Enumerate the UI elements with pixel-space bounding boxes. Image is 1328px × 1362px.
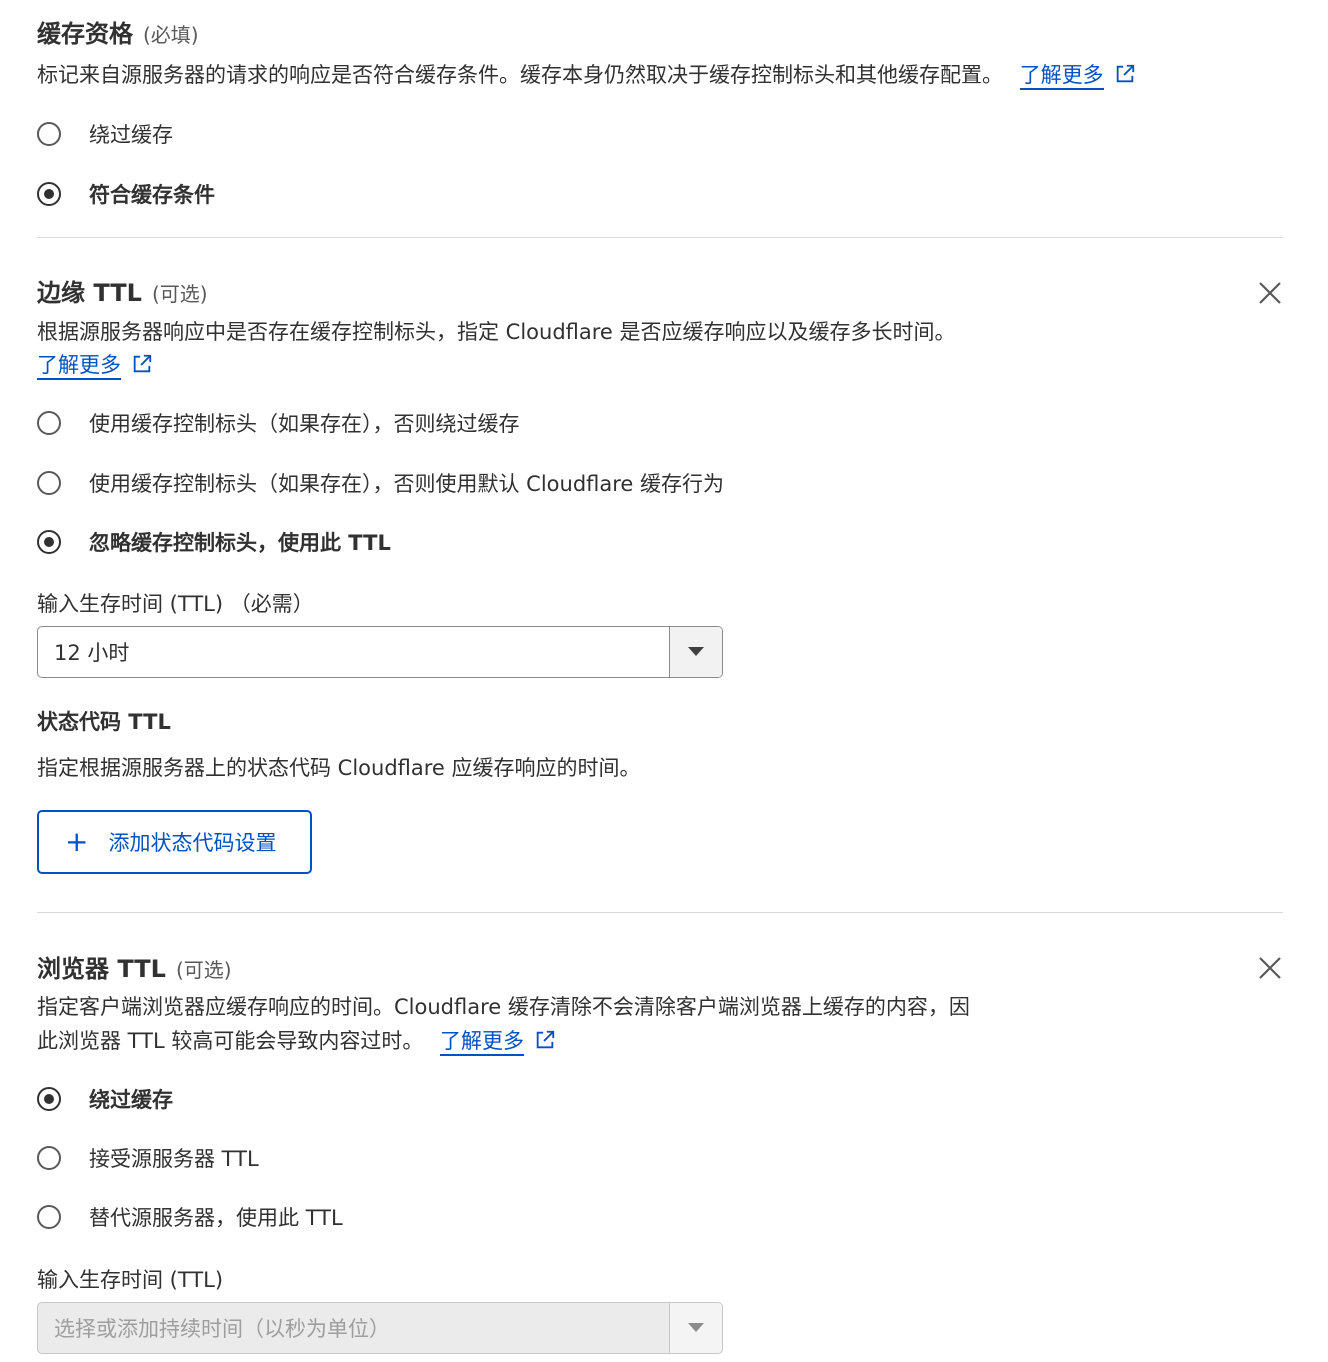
- radio-label: 替代源服务器，使用此 TTL: [89, 1206, 343, 1230]
- button-label: 添加状态代码设置: [108, 831, 277, 855]
- optional-qualifier: (可选): [151, 282, 208, 306]
- browser-ttl-description: 指定客户端浏览器应缓存响应的时间。Cloudflare 缓存清除不会清除客户端浏…: [37, 990, 970, 1024]
- radio-accept-origin-ttl[interactable]: 接受源服务器 TTL: [37, 1141, 259, 1175]
- external-link-icon[interactable]: [131, 353, 153, 375]
- radio-label: 接受源服务器 TTL: [89, 1147, 259, 1171]
- edge-ttl-title-text: 边缘 TTL: [37, 279, 142, 307]
- radio-circle-selected[interactable]: [37, 530, 61, 554]
- radio-label: 使用缓存控制标头（如果存在），否则使用默认 Cloudflare 缓存行为: [89, 472, 725, 496]
- close-icon[interactable]: [1256, 954, 1284, 982]
- browser-ttl-select[interactable]: 选择或添加持续时间（以秒为单位）: [37, 1302, 723, 1354]
- browser-ttl-title-text: 浏览器 TTL: [37, 955, 166, 983]
- description-text: 根据源服务器响应中是否存在缓存控制标头，指定 Cloudflare 是否应缓存响…: [37, 320, 956, 344]
- radio-label: 忽略缓存控制标头，使用此 TTL: [89, 531, 391, 555]
- add-status-code-setting-button[interactable]: + 添加状态代码设置: [37, 810, 312, 874]
- select-value[interactable]: 12 小时: [38, 627, 669, 677]
- edge-ttl-description: 根据源服务器响应中是否存在缓存控制标头，指定 Cloudflare 是否应缓存响…: [37, 315, 956, 349]
- select-placeholder[interactable]: 选择或添加持续时间（以秒为单位）: [38, 1303, 669, 1353]
- cache-eligibility-title: 缓存资格 (必填): [37, 14, 199, 49]
- edge-ttl-input-label: 输入生存时间 (TTL) （必需）: [37, 592, 314, 616]
- description-text: 标记来自源服务器的请求的响应是否符合缓存条件。缓存本身仍然取决于缓存控制标头和其…: [37, 63, 1003, 87]
- radio-bypass-cache[interactable]: 绕过缓存: [37, 117, 173, 151]
- edge-ttl-learn-more-row: 了解更多: [37, 348, 153, 382]
- radio-circle[interactable]: [37, 122, 61, 146]
- chevron-down-icon[interactable]: [688, 1323, 704, 1333]
- radio-circle[interactable]: [37, 471, 61, 495]
- radio-circle[interactable]: [37, 1205, 61, 1229]
- radio-circle-selected[interactable]: [37, 1087, 61, 1111]
- external-link-icon[interactable]: [534, 1029, 556, 1051]
- learn-more-link[interactable]: 了解更多: [37, 353, 121, 380]
- radio-use-cache-control-else-default[interactable]: 使用缓存控制标头（如果存在），否则使用默认 Cloudflare 缓存行为: [37, 466, 724, 500]
- browser-ttl-title: 浏览器 TTL (可选): [37, 949, 232, 984]
- dropdown-toggle[interactable]: [669, 1303, 722, 1353]
- plus-icon: +: [65, 825, 89, 858]
- edge-ttl-select[interactable]: 12 小时: [37, 626, 723, 678]
- status-code-ttl-description: 指定根据源服务器上的状态代码 Cloudflare 应缓存响应的时间。: [37, 756, 641, 780]
- radio-label: 绕过缓存: [89, 1088, 173, 1112]
- chevron-down-icon[interactable]: [688, 647, 704, 657]
- radio-label: 绕过缓存: [89, 123, 173, 147]
- radio-label: 符合缓存条件: [89, 183, 215, 207]
- radio-override-origin-use-ttl[interactable]: 替代源服务器，使用此 TTL: [37, 1200, 343, 1234]
- dropdown-toggle[interactable]: [669, 627, 722, 677]
- optional-qualifier: (可选): [175, 958, 232, 982]
- radio-eligible-for-cache[interactable]: 符合缓存条件: [37, 177, 215, 211]
- status-code-ttl-title: 状态代码 TTL: [37, 710, 171, 734]
- radio-use-cache-control-else-bypass[interactable]: 使用缓存控制标头（如果存在），否则绕过缓存: [37, 406, 520, 440]
- radio-label: 使用缓存控制标头（如果存在），否则绕过缓存: [89, 412, 520, 436]
- radio-ignore-cache-control-use-ttl[interactable]: 忽略缓存控制标头，使用此 TTL: [37, 525, 391, 559]
- browser-ttl-input-label: 输入生存时间 (TTL): [37, 1268, 224, 1292]
- learn-more-link[interactable]: 了解更多: [440, 1029, 525, 1056]
- cache-eligibility-description: 标记来自源服务器的请求的响应是否符合缓存条件。缓存本身仍然取决于缓存控制标头和其…: [37, 58, 1136, 92]
- external-link-icon[interactable]: [1114, 63, 1136, 85]
- radio-circle-selected[interactable]: [37, 182, 61, 206]
- radio-bypass-cache[interactable]: 绕过缓存: [37, 1082, 173, 1116]
- required-qualifier: (必填): [143, 23, 199, 47]
- description-text: 指定客户端浏览器应缓存响应的时间。Cloudflare 缓存清除不会清除客户端浏…: [37, 995, 970, 1019]
- close-icon[interactable]: [1256, 279, 1284, 307]
- browser-ttl-description-line2: 此浏览器 TTL 较高可能会导致内容过时。 了解更多: [37, 1024, 556, 1058]
- section-divider: [37, 237, 1283, 238]
- radio-circle[interactable]: [37, 411, 61, 435]
- description-text: 此浏览器 TTL 较高可能会导致内容过时。: [37, 1029, 424, 1053]
- cache-eligibility-title-text: 缓存资格: [37, 20, 133, 48]
- edge-ttl-title: 边缘 TTL (可选): [37, 273, 208, 308]
- section-divider: [37, 912, 1283, 913]
- learn-more-link[interactable]: 了解更多: [1019, 63, 1104, 90]
- radio-circle[interactable]: [37, 1146, 61, 1170]
